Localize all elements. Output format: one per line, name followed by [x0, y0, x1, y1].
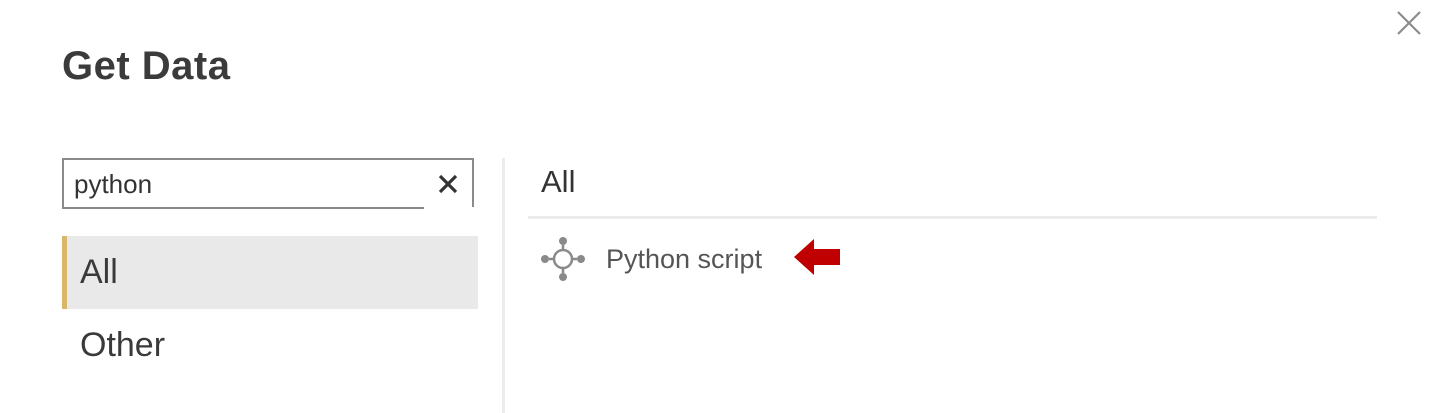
vertical-divider: [502, 158, 505, 413]
get-data-dialog: Get Data All Other All Python: [0, 0, 1442, 413]
result-label: Python script: [606, 243, 763, 274]
results-header: All: [541, 164, 576, 199]
category-item-all[interactable]: All: [62, 236, 478, 309]
category-list: All Other: [62, 236, 478, 382]
python-script-icon: [541, 237, 585, 281]
category-label: Other: [80, 326, 166, 364]
close-icon[interactable]: [1392, 6, 1426, 40]
search-underline-gap: [424, 207, 476, 209]
category-item-other[interactable]: Other: [62, 309, 478, 382]
red-arrow-icon: [794, 239, 840, 275]
search-box: [62, 158, 476, 209]
category-label: All: [80, 253, 118, 291]
search-input[interactable]: [74, 166, 414, 202]
result-item-python-script[interactable]: Python script: [540, 234, 762, 284]
clear-search-icon[interactable]: [436, 172, 460, 196]
dialog-title: Get Data: [62, 44, 231, 88]
results-header-divider: [528, 216, 1377, 219]
